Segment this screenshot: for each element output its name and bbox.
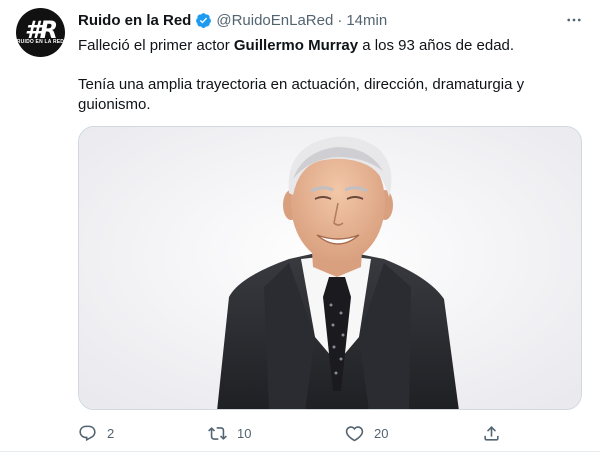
tweet-text-suffix: a los 93 años de edad. [358,37,515,54]
tweet-text: Falleció el primer actor Guillermo Murra… [78,36,578,114]
heart-icon [345,425,364,441]
reply-button[interactable]: 2 [78,420,114,446]
retweet-button[interactable]: 10 [208,420,251,446]
verified-badge-icon [196,12,212,28]
photo-portrait-illustration [79,127,581,409]
tweet-text-paragraph2: Tenía una amplia trayectoria en actuació… [78,76,525,113]
reply-count: 2 [107,425,115,441]
tweet-text-bold-name: Guillermo Murray [233,37,359,54]
tweet-actions: 2 10 20 [70,420,510,446]
avatar-logo-subtext: RUIDO EN LA RED [16,39,65,45]
share-icon [484,425,499,441]
tweet-text-line1: Falleció el primer actor Guillermo Murra… [78,36,578,56]
retweet-count: 10 [237,425,252,441]
avatar[interactable]: #R RUIDO EN LA RED [16,8,65,57]
tweet-header: Ruido en la Red @RuidoEnLaRed · 14min [78,9,584,31]
tweet-text-prefix: Falleció el primer actor [78,37,234,54]
reply-icon [79,425,96,441]
separator-dot: · [337,11,343,29]
more-horizontal-icon [567,18,581,22]
like-count: 20 [374,425,389,441]
more-options-button[interactable] [564,10,584,30]
tweet-photo[interactable] [78,126,582,410]
author-handle[interactable]: @RuidoEnLaRed [216,12,333,29]
tweet-timestamp[interactable]: 14min [346,12,387,29]
author-name[interactable]: Ruido en la Red [78,12,191,29]
retweet-icon [208,426,227,440]
like-button[interactable]: 20 [345,420,388,446]
share-button[interactable] [482,420,501,446]
tweet-card[interactable]: #R RUIDO EN LA RED Ruido en la Red @Ruid… [0,0,600,452]
